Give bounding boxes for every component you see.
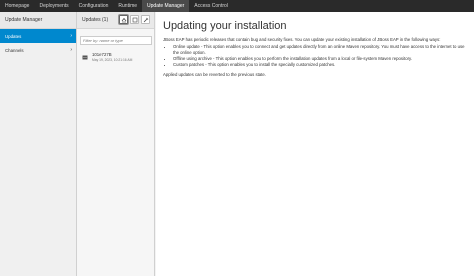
chevron-right-icon: ›: [70, 32, 72, 39]
tab-runtime[interactable]: Runtime: [113, 0, 142, 12]
main-content: Updating your installation JBoss EAP has…: [156, 12, 474, 276]
update-manager-sidebar: Update Manager Updates › Channels ›: [0, 12, 77, 276]
updates-column: Updates (1) Filter by: name or type 101e…: [77, 12, 155, 276]
updates-header: Updates (1): [77, 12, 154, 29]
top-navigation: Homepage Deployments Configuration Runti…: [0, 0, 474, 12]
tab-homepage[interactable]: Homepage: [0, 0, 34, 12]
tab-deployments[interactable]: Deployments: [34, 0, 73, 12]
update-offline-icon: [132, 17, 137, 22]
page-title: Updating your installation: [163, 20, 287, 32]
updates-toolbar: [119, 15, 150, 24]
list-item[interactable]: 101e727B May 19, 2023, 10:21:16 AM: [77, 47, 154, 66]
updates-title: Updates (1): [82, 17, 109, 23]
sidebar-title: Update Manager: [0, 12, 76, 29]
update-date: May 19, 2023, 10:21:16 AM: [92, 58, 133, 62]
outro-text: Applied updates can be reverted to the p…: [163, 71, 266, 77]
update-info: 101e727B May 19, 2023, 10:21:16 AM: [92, 52, 132, 62]
update-online-button[interactable]: [119, 15, 128, 24]
patch-button[interactable]: [141, 15, 150, 24]
sidebar-item-updates[interactable]: Updates ›: [0, 29, 76, 43]
list-item: Custom patches - This option enables you…: [173, 62, 466, 67]
list-item: Online update - This option enables you …: [173, 44, 466, 55]
chevron-right-icon: ›: [70, 46, 72, 53]
sidebar-item-channels[interactable]: Channels ›: [0, 43, 76, 57]
update-name: 101e727B: [92, 52, 112, 57]
tab-access-control[interactable]: Access Control: [189, 0, 233, 12]
tab-update-manager[interactable]: Update Manager: [142, 0, 190, 12]
intro-text: JBoss EAP has periodic releases that con…: [163, 37, 441, 42]
filter-input[interactable]: [80, 36, 152, 45]
patch-icon: [143, 17, 148, 22]
server-icon: [82, 55, 88, 60]
sidebar-item-label: Channels: [5, 47, 24, 53]
sidebar-item-label: Updates: [5, 33, 22, 39]
list-item: Offline using archive - This option enab…: [173, 56, 466, 61]
update-offline-button[interactable]: [130, 15, 139, 24]
update-online-icon: [121, 17, 126, 22]
update-options-list: Online update - This option enables you …: [173, 44, 466, 67]
tab-configuration[interactable]: Configuration: [74, 0, 114, 12]
